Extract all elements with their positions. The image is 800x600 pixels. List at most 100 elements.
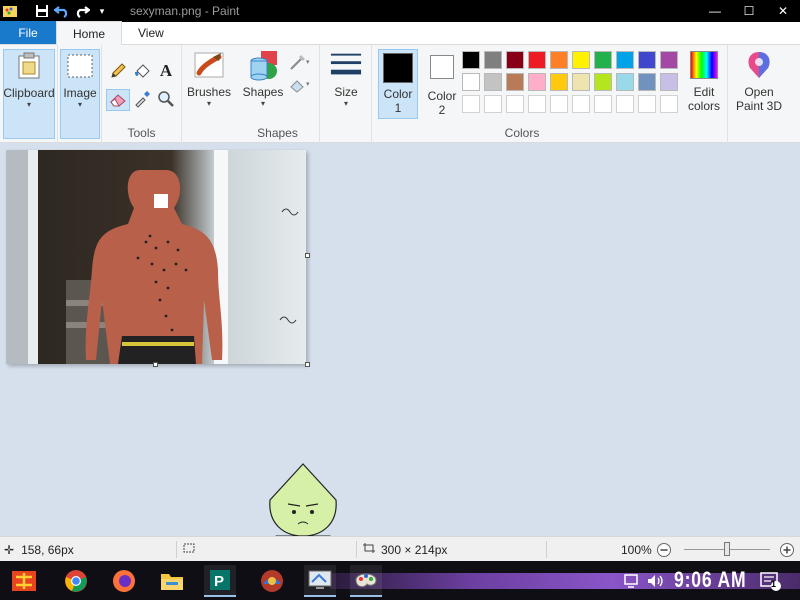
notification-center-icon[interactable]: 1 bbox=[754, 565, 786, 597]
palette-swatch[interactable] bbox=[528, 51, 546, 69]
palette-swatch[interactable] bbox=[550, 73, 568, 91]
chrome-icon[interactable] bbox=[60, 565, 92, 597]
palette-swatch[interactable] bbox=[550, 51, 568, 69]
palette-swatch[interactable] bbox=[506, 73, 524, 91]
maximize-button[interactable]: ☐ bbox=[732, 0, 766, 22]
open-paint3d-button[interactable]: Open Paint 3D bbox=[730, 49, 788, 113]
color1-button[interactable]: Color 1 bbox=[378, 49, 418, 119]
color2-swatch bbox=[426, 51, 458, 83]
quick-access-toolbar: ▾ bbox=[0, 0, 112, 22]
colors-group: Color 1 Color 2 Edit colors Colors bbox=[372, 45, 728, 143]
paint-app-icon[interactable] bbox=[0, 0, 20, 22]
close-button[interactable]: ✕ bbox=[766, 0, 800, 22]
tools-group-label: Tools bbox=[127, 126, 156, 140]
palette-custom-slot[interactable] bbox=[660, 95, 678, 113]
pencil-icon[interactable] bbox=[108, 61, 128, 81]
resize-handle-right[interactable] bbox=[305, 253, 310, 258]
color2-button[interactable]: Color 2 bbox=[424, 49, 460, 119]
palette-swatch[interactable] bbox=[462, 73, 480, 91]
palette-swatch[interactable] bbox=[506, 51, 524, 69]
redo-icon[interactable] bbox=[72, 0, 92, 22]
tab-view[interactable]: View bbox=[122, 21, 180, 44]
palette-custom-slot[interactable] bbox=[462, 95, 480, 113]
tab-file[interactable]: File bbox=[0, 21, 56, 44]
palette-custom-slot[interactable] bbox=[484, 95, 502, 113]
resize-handle-corner[interactable] bbox=[305, 362, 310, 367]
palette-custom-slot[interactable] bbox=[550, 95, 568, 113]
rainbow-icon bbox=[688, 49, 720, 81]
remote-desktop-icon[interactable] bbox=[304, 565, 336, 597]
game-app-icon[interactable] bbox=[256, 565, 288, 597]
outline-icon[interactable]: ▾ bbox=[288, 53, 314, 73]
palette-custom-slot[interactable] bbox=[616, 95, 634, 113]
save-icon[interactable] bbox=[32, 0, 52, 22]
canvas-image[interactable] bbox=[6, 150, 306, 364]
color2-label-line2: 2 bbox=[438, 103, 446, 117]
palette-custom-slot[interactable] bbox=[506, 95, 524, 113]
chevron-down-icon[interactable]: ▾ bbox=[92, 0, 112, 22]
firefox-icon[interactable] bbox=[108, 565, 140, 597]
volume-icon[interactable] bbox=[640, 565, 672, 597]
zoom-slider[interactable] bbox=[684, 537, 770, 562]
size-button[interactable]: Size ▾ bbox=[324, 49, 368, 109]
ribbon: Clipboard ▾ Image ▾ A Tools Brushes ▾ Sh… bbox=[0, 45, 800, 143]
palette-swatch[interactable] bbox=[462, 51, 480, 69]
size-label: Size bbox=[334, 85, 358, 99]
color-picker-icon[interactable] bbox=[132, 89, 152, 109]
brushes-button[interactable]: Brushes ▾ bbox=[184, 49, 234, 109]
palette-swatch[interactable] bbox=[616, 73, 634, 91]
image-button[interactable]: Image ▾ bbox=[60, 49, 100, 139]
palette-swatch[interactable] bbox=[572, 73, 590, 91]
palette-swatch[interactable] bbox=[638, 73, 656, 91]
palette-swatch[interactable] bbox=[484, 51, 502, 69]
minimize-button[interactable]: — bbox=[698, 0, 732, 22]
palette-swatch[interactable] bbox=[528, 73, 546, 91]
palette-swatch[interactable] bbox=[660, 51, 678, 69]
zoom-out-button[interactable] bbox=[656, 537, 672, 562]
tools-group: A Tools bbox=[102, 45, 182, 143]
svg-text:▾: ▾ bbox=[306, 59, 310, 66]
svg-text:▾: ▾ bbox=[306, 81, 310, 88]
palette-swatch[interactable] bbox=[616, 51, 634, 69]
brush-icon bbox=[193, 49, 225, 81]
palette-swatch[interactable] bbox=[572, 51, 590, 69]
edit-colors-button[interactable]: Edit colors bbox=[682, 49, 726, 113]
fill-style-icon[interactable]: ▾ bbox=[288, 75, 314, 95]
edit-colors-label: Edit colors bbox=[688, 85, 720, 113]
undo-icon[interactable] bbox=[52, 0, 72, 22]
eraser-icon[interactable] bbox=[106, 89, 130, 111]
cursor-position: ✛ 158, 66px bbox=[4, 537, 74, 562]
resize-handle-bottom[interactable] bbox=[153, 362, 158, 367]
shapes-button[interactable]: Shapes ▾ bbox=[238, 49, 288, 109]
palette-swatch[interactable] bbox=[638, 51, 656, 69]
color2-label: Color 2 bbox=[428, 89, 457, 117]
brushes-group: Brushes ▾ bbox=[182, 45, 236, 143]
edit-colors-label-line2: colors bbox=[687, 99, 720, 113]
character-sticker bbox=[262, 462, 344, 563]
text-icon[interactable]: A bbox=[156, 61, 176, 81]
palette-custom-slot[interactable] bbox=[594, 95, 612, 113]
palette-swatch[interactable] bbox=[594, 51, 612, 69]
image-size-icon bbox=[362, 542, 376, 557]
fill-icon[interactable] bbox=[132, 61, 152, 81]
status-bar: ✛ 158, 66px 300 × 214px 100% bbox=[0, 536, 800, 561]
palette-custom-slot[interactable] bbox=[572, 95, 590, 113]
color2-label-line1: Color bbox=[427, 89, 457, 103]
start-button[interactable] bbox=[8, 565, 40, 597]
magnifier-icon[interactable] bbox=[156, 89, 176, 109]
publisher-icon[interactable]: P bbox=[204, 565, 236, 597]
paint-taskbar-icon[interactable] bbox=[350, 565, 382, 597]
palette-custom-slot[interactable] bbox=[638, 95, 656, 113]
palette-swatch[interactable] bbox=[660, 73, 678, 91]
palette-swatch[interactable] bbox=[594, 73, 612, 91]
palette-custom-slot[interactable] bbox=[528, 95, 546, 113]
clipboard-button[interactable]: Clipboard ▾ bbox=[3, 49, 55, 139]
tab-home[interactable]: Home bbox=[56, 21, 123, 45]
zoom-in-button[interactable] bbox=[779, 537, 795, 562]
paint3d-group: Open Paint 3D bbox=[728, 45, 790, 143]
file-explorer-icon[interactable] bbox=[156, 565, 188, 597]
taskbar-clock[interactable]: 9:06 AM bbox=[674, 567, 746, 593]
palette-swatch[interactable] bbox=[484, 73, 502, 91]
clipboard-label: Clipboard bbox=[3, 86, 55, 100]
colors-group-label: Colors bbox=[504, 126, 540, 140]
